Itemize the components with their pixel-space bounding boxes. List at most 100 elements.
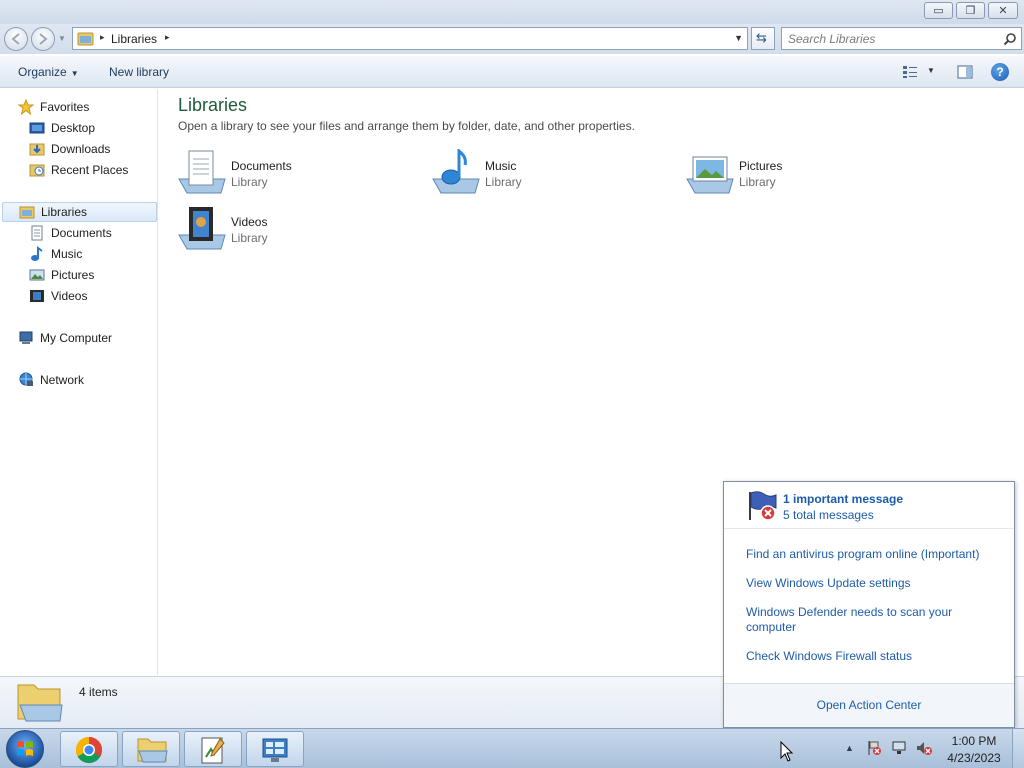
- organize-button[interactable]: Organize ▼: [18, 65, 79, 79]
- nav-recent-places[interactable]: Recent Places: [29, 160, 128, 180]
- pictures-icon: [29, 269, 45, 281]
- refresh-button[interactable]: ⇆: [751, 27, 775, 50]
- breadcrumb-libraries[interactable]: Libraries: [111, 32, 157, 46]
- firewall-status-link[interactable]: Check Windows Firewall status: [746, 649, 1006, 664]
- music-icon: [31, 246, 43, 261]
- nav-libraries[interactable]: Libraries: [2, 202, 157, 222]
- library-documents-type: Library: [231, 175, 268, 189]
- library-documents[interactable]: Documents Library: [177, 149, 377, 201]
- library-pictures[interactable]: Pictures Library: [685, 149, 885, 201]
- back-arrow-icon: [11, 33, 20, 45]
- show-hidden-icons-button[interactable]: ▲: [845, 743, 854, 753]
- nav-pictures[interactable]: Pictures: [29, 265, 94, 285]
- nav-music-label: Music: [51, 247, 83, 261]
- nav-pictures-label: Pictures: [51, 268, 95, 282]
- volume-muted-icon[interactable]: [916, 740, 932, 756]
- breadcrumb-separator[interactable]: ▸: [165, 32, 170, 43]
- library-music[interactable]: Music Library: [431, 149, 631, 201]
- network-icon: [19, 372, 33, 386]
- library-music-type: Library: [485, 175, 522, 189]
- recent-pages-dropdown[interactable]: ▼: [58, 34, 66, 43]
- recent-places-icon: [29, 164, 45, 177]
- antivirus-link[interactable]: Find an antivirus program online (Import…: [746, 547, 1006, 562]
- search-icon[interactable]: [1003, 32, 1017, 46]
- taskbar-control-panel[interactable]: [246, 731, 304, 767]
- action-center-footer: Open Action Center: [724, 683, 1014, 727]
- library-pictures-type: Library: [739, 175, 776, 189]
- nav-downloads[interactable]: Downloads: [29, 139, 110, 159]
- restore-button[interactable]: ❐: [956, 2, 985, 19]
- network-tray-icon[interactable]: [891, 740, 907, 756]
- star-icon: [18, 99, 34, 115]
- address-row: ▼ ▸ Libraries ▸ ▼ ⇆: [0, 24, 1024, 54]
- address-history-dropdown[interactable]: ▼: [734, 33, 743, 43]
- restore-icon: ❐: [965, 5, 976, 17]
- nav-favorites[interactable]: Favorites: [18, 97, 89, 117]
- back-button[interactable]: [4, 27, 28, 51]
- windows-update-link[interactable]: View Windows Update settings: [746, 576, 1006, 591]
- action-center-flyout: 1 important message 5 total messages Fin…: [723, 481, 1015, 728]
- nav-documents-label: Documents: [51, 226, 112, 240]
- downloads-icon: [29, 143, 45, 156]
- preview-pane-icon[interactable]: [957, 64, 973, 80]
- view-options-dropdown[interactable]: ▼: [927, 66, 935, 75]
- libraries-folder-icon: [17, 684, 63, 722]
- minimize-button[interactable]: ▭: [924, 2, 953, 19]
- action-center-tray-icon[interactable]: [866, 740, 882, 756]
- notepad-icon: [201, 737, 225, 764]
- clock-time[interactable]: 1:00 PM: [934, 734, 1014, 748]
- close-button[interactable]: ✕: [988, 2, 1018, 19]
- library-videos[interactable]: Videos Library: [177, 205, 377, 257]
- close-icon: ✕: [998, 5, 1008, 17]
- control-panel-icon: [262, 738, 288, 762]
- taskbar-chrome[interactable]: [60, 731, 118, 767]
- music-library-icon: [432, 149, 480, 194]
- windows-logo-icon: [17, 741, 33, 756]
- mouse-cursor-icon: [780, 741, 794, 762]
- explorer-icon: [137, 738, 168, 763]
- page-subtitle: Open a library to see your files and arr…: [178, 119, 635, 133]
- show-desktop-button[interactable]: [1012, 729, 1024, 768]
- navigation-pane: Favorites Desktop Downloads Recent Place…: [0, 89, 158, 675]
- nav-documents[interactable]: Documents: [29, 223, 112, 243]
- window-title-bar: ▭ ❐ ✕: [0, 0, 1024, 24]
- nav-desktop[interactable]: Desktop: [29, 118, 95, 138]
- nav-network[interactable]: Network: [18, 370, 84, 390]
- search-input[interactable]: [788, 31, 998, 47]
- window-controls: ▭ ❐ ✕: [924, 2, 1018, 19]
- taskbar-explorer[interactable]: [122, 731, 180, 767]
- libraries-folder-icon: [77, 32, 94, 46]
- library-videos-name: Videos: [231, 215, 268, 229]
- change-view-icon[interactable]: [902, 65, 918, 79]
- library-documents-name: Documents: [231, 159, 292, 173]
- nav-videos-label: Videos: [51, 289, 88, 303]
- forward-button[interactable]: [31, 27, 55, 51]
- nav-my-computer-label: My Computer: [40, 331, 113, 345]
- forward-arrow-icon: [39, 33, 48, 45]
- computer-icon: [19, 331, 33, 344]
- total-messages-count[interactable]: 5 total messages: [783, 508, 874, 522]
- nav-desktop-label: Desktop: [51, 121, 96, 135]
- open-action-center-link[interactable]: Open Action Center: [724, 698, 1014, 712]
- address-bar[interactable]: ▸ Libraries ▸ ▼: [72, 27, 748, 50]
- clock-date[interactable]: 4/23/2023: [934, 751, 1014, 765]
- defender-scan-link[interactable]: Windows Defender needs to scan your comp…: [746, 605, 966, 635]
- page-title: Libraries: [178, 95, 248, 115]
- nav-libraries-label: Libraries: [41, 205, 88, 219]
- start-button[interactable]: [6, 730, 44, 768]
- documents-icon: [31, 225, 43, 241]
- nav-my-computer[interactable]: My Computer: [18, 328, 112, 348]
- action-center-flag-icon: [749, 491, 777, 521]
- library-pictures-name: Pictures: [739, 159, 783, 173]
- refresh-icon: ⇆: [756, 30, 767, 45]
- nav-music[interactable]: Music: [29, 244, 82, 264]
- libraries-icon: [19, 206, 35, 219]
- breadcrumb-separator[interactable]: ▸: [100, 32, 105, 43]
- divider: [724, 528, 1014, 529]
- new-library-button[interactable]: New library: [109, 65, 169, 79]
- important-message-count[interactable]: 1 important message: [783, 492, 903, 506]
- help-button[interactable]: ?: [991, 63, 1009, 81]
- nav-videos[interactable]: Videos: [29, 286, 87, 306]
- search-box[interactable]: [781, 27, 1022, 50]
- taskbar-notepad[interactable]: [184, 731, 242, 767]
